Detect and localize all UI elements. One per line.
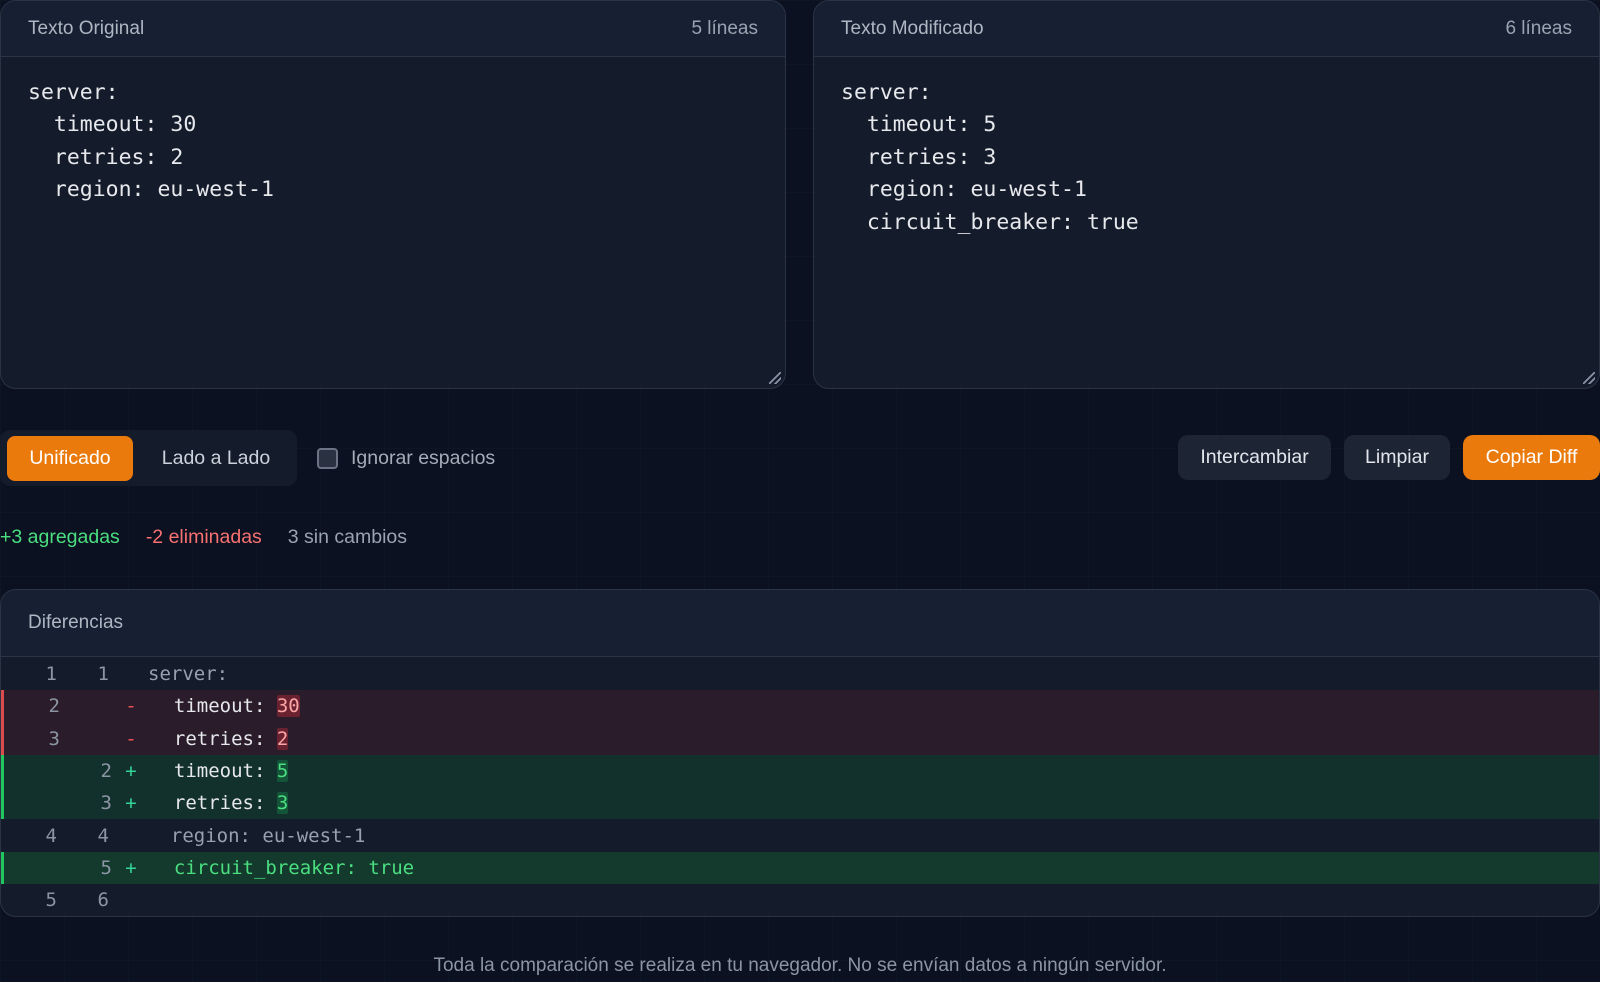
changed-token: 5 — [276, 760, 289, 783]
modified-panel-title: Texto Modificado — [841, 17, 984, 39]
code-text: server: — [148, 663, 229, 686]
original-panel-title: Texto Original — [28, 17, 145, 39]
ignore-whitespace-checkbox[interactable] — [317, 447, 338, 469]
original-textarea[interactable]: server: timeout: 30 retries: 2 region: e… — [1, 57, 785, 227]
ignore-whitespace-toggle[interactable]: Ignorar espacios — [317, 430, 495, 486]
new-line-number: 1 — [97, 663, 109, 686]
diff-marker: + — [125, 760, 137, 783]
original-text-panel: Texto Original 5 líneas server: timeout:… — [0, 0, 786, 389]
new-line-number: 3 — [100, 792, 112, 815]
changed-token: 3 — [276, 792, 289, 815]
modified-line-count: 6 líneas — [1505, 17, 1572, 39]
removed-count: -2 eliminadas — [145, 526, 262, 548]
original-line-count: 5 líneas — [691, 17, 758, 39]
diff-panel-header: Diferencias — [1, 590, 1599, 657]
diff-line-code: region: eu-west-1 — [148, 825, 365, 847]
diff-line: 2 + timeout: 5 — [1, 754, 1599, 788]
old-line-number: 2 — [48, 695, 60, 718]
toolbar: Unificado Lado a Lado Ignorar espacios I… — [0, 430, 1600, 486]
diff-line-code: server: — [148, 663, 228, 685]
diff-lines: 1 1 server: 2- timeout: 30 3- retries: 2 2 + t… — [1, 657, 1599, 916]
new-line-number: 2 — [100, 760, 112, 783]
old-line-number: 5 — [45, 889, 57, 912]
modified-text-panel: Texto Modificado 6 líneas server: timeou… — [813, 0, 1600, 389]
swap-button[interactable]: Intercambiar — [1178, 435, 1331, 480]
clear-button[interactable]: Limpiar — [1344, 435, 1450, 480]
old-line-number: 4 — [45, 824, 57, 847]
changed-token: 2 — [276, 727, 289, 750]
diff-line: 56 — [1, 884, 1599, 916]
diff-marker: - — [125, 695, 137, 718]
diff-line: 3 + retries: 3 — [1, 787, 1599, 820]
resize-handle-icon[interactable] — [1583, 372, 1595, 384]
editors-area: Texto Original 5 líneas server: timeout:… — [0, 0, 1600, 390]
unchanged-count: 3 sin cambios — [287, 526, 408, 548]
diff-line-code: timeout: 5 — [151, 760, 289, 783]
added-count: +3 agregadas — [0, 526, 120, 548]
privacy-note: Toda la comparación se realiza en tu nav… — [433, 955, 1167, 976]
unified-mode-button[interactable]: Unificado — [7, 436, 133, 481]
diff-line: 5 + circuit_breaker: true — [1, 851, 1599, 885]
diff-line-code: retries: 2 — [151, 727, 289, 750]
new-line-number: 6 — [97, 889, 109, 912]
diff-panel: Diferencias 1 1 server: 2- timeout: 30 3- re… — [0, 589, 1600, 917]
diff-panel-title: Diferencias — [28, 612, 124, 633]
diff-line: 3 - retries: 2 — [1, 722, 1599, 755]
original-panel-header: Texto Original 5 líneas — [1, 1, 785, 57]
old-line-number: 1 — [45, 663, 57, 686]
diff-marker: + — [125, 792, 137, 815]
diff-stats: +3 agregadas -2 eliminadas 3 sin cambios — [0, 526, 407, 550]
ignore-whitespace-label: Ignorar espacios — [351, 446, 496, 469]
old-line-number: 3 — [48, 727, 60, 750]
new-line-number: 4 — [97, 824, 109, 847]
diff-marker: - — [125, 727, 137, 750]
code-text: timeout: — [151, 760, 277, 783]
new-line-number: 5 — [100, 856, 112, 879]
modified-textarea[interactable]: server: timeout: 5 retries: 3 region: eu… — [814, 57, 1599, 259]
code-text: region: eu-west-1 — [148, 824, 366, 847]
diff-line: 1 1 server: — [1, 658, 1599, 690]
diff-line-code: timeout: 30 — [151, 695, 300, 718]
code-text: retries: — [151, 727, 277, 750]
diff-marker: + — [125, 856, 137, 879]
resize-handle-icon[interactable] — [769, 372, 781, 384]
view-mode-toggle: Unificado Lado a Lado — [0, 430, 297, 486]
code-text: timeout: — [151, 695, 277, 718]
diff-line: 2 - timeout: 30 — [1, 690, 1599, 723]
changed-token: 30 — [276, 695, 300, 718]
side-by-side-mode-button[interactable]: Lado a Lado — [146, 436, 286, 481]
modified-panel-header: Texto Modificado 6 líneas — [814, 1, 1599, 57]
diff-line-code: circuit_breaker: true — [151, 857, 414, 879]
copy-diff-button[interactable]: Copiar Diff — [1463, 435, 1600, 480]
diff-line: 4 4 region: eu-west-1 — [1, 819, 1599, 851]
code-text: circuit_breaker: true — [151, 856, 415, 879]
diff-line-code: retries: 3 — [151, 792, 289, 815]
code-text: retries: — [151, 792, 277, 815]
